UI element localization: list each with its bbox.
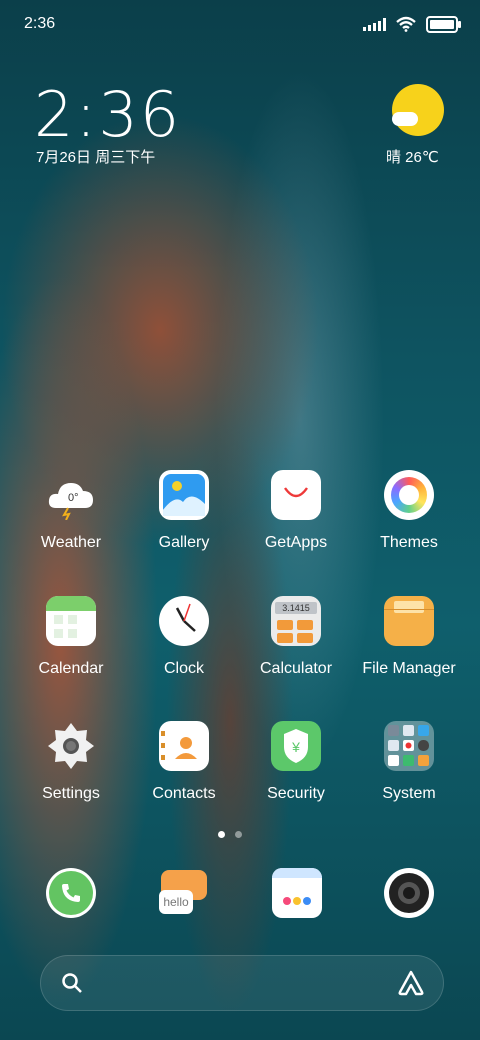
weather-app-icon: 0° (46, 470, 96, 521)
app-themes[interactable]: Themes (353, 470, 465, 552)
app-settings[interactable]: Settings (15, 721, 127, 803)
app-label: Gallery (158, 534, 210, 551)
clock-widget-date: 7月26日 周三下午 (36, 149, 156, 166)
app-gallery[interactable]: Gallery (128, 470, 240, 552)
palette-icon (384, 470, 434, 520)
app-security[interactable]: ¥ Security (240, 721, 352, 803)
app-label: Weather (40, 534, 102, 551)
app-label: GetApps (264, 534, 328, 551)
app-label: Security (267, 785, 325, 802)
app-calculator[interactable]: 3.1415 Calculator (240, 596, 352, 678)
phone-app[interactable] (46, 868, 96, 918)
folder-grid-icon (384, 721, 434, 771)
search-icon[interactable] (60, 971, 84, 995)
app-file-manager[interactable]: File Manager (353, 596, 465, 678)
wifi-icon (396, 16, 416, 32)
app-clock[interactable]: Clock (128, 596, 240, 678)
security-symbol: ¥ (291, 739, 300, 755)
sun-icon[interactable] (392, 84, 444, 136)
weather-widget-text: 晴 26℃ (386, 149, 439, 166)
clock-widget-time[interactable]: 2:36 (34, 78, 181, 151)
app-label: Calendar (38, 660, 104, 677)
gear-icon (46, 721, 96, 771)
status-time: 2:36 (24, 15, 56, 32)
browser-icon (283, 897, 311, 905)
weather-app-temp: 0° (68, 492, 79, 504)
calculator-icon: 3.1415 (271, 596, 321, 646)
app-label: Calculator (259, 660, 333, 677)
phone-icon (62, 884, 80, 902)
assistant-icon[interactable] (396, 968, 426, 998)
page-dot[interactable] (235, 831, 242, 838)
calculator-display: 3.1415 (275, 602, 317, 614)
gallery-icon (159, 470, 209, 520)
contacts-icon (159, 721, 209, 771)
cloud-icon (392, 112, 418, 126)
app-label: Clock (163, 660, 204, 677)
app-calendar[interactable]: Calendar (15, 596, 127, 678)
browser-app[interactable] (272, 868, 322, 918)
messaging-bubble-text: hello (159, 890, 193, 914)
shield-icon: ¥ (271, 721, 321, 771)
app-label: Themes (380, 534, 438, 551)
signal-icon (363, 17, 386, 31)
shopping-bag-icon (271, 470, 321, 520)
calendar-icon (46, 596, 96, 646)
app-contacts[interactable]: Contacts (128, 721, 240, 803)
app-folder-system[interactable]: System (353, 721, 465, 803)
status-icons (363, 15, 461, 33)
folder-icon (384, 596, 434, 646)
camera-app[interactable] (384, 868, 434, 918)
app-label: Contacts (152, 785, 216, 802)
app-weather[interactable]: 0° Weather (15, 470, 127, 552)
app-label: System (382, 785, 436, 802)
status-bar: 2:36 (24, 12, 461, 36)
clock-icon (159, 596, 209, 646)
page-indicator[interactable] (218, 831, 242, 838)
app-label: Settings (42, 785, 100, 802)
messaging-app[interactable]: hello (159, 868, 209, 918)
app-label: File Manager (362, 660, 456, 677)
battery-icon (426, 15, 461, 33)
app-getapps[interactable]: GetApps (240, 470, 352, 552)
page-dot[interactable] (218, 831, 225, 838)
search-bar[interactable] (40, 955, 444, 1011)
